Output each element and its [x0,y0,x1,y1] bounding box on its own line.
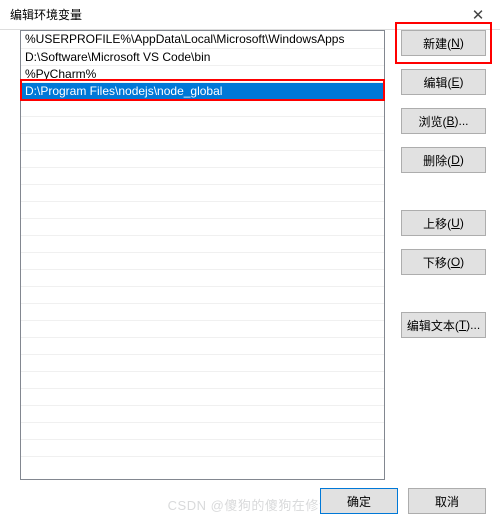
footer-buttons: 确定 取消 [320,488,486,514]
button-column: 新建(N) 编辑(E) 浏览(B)... 删除(D) 上移(U) 下移(O) 编… [401,30,486,351]
moveup-button[interactable]: 上移(U) [401,210,486,236]
titlebar: 编辑环境变量 ✕ [0,0,500,30]
list-empty-row [21,99,384,116]
close-button[interactable]: ✕ [456,0,500,30]
browse-button[interactable]: 浏览(B)... [401,108,486,134]
delete-button[interactable]: 删除(D) [401,147,486,173]
list-item[interactable]: %PyCharm% [21,65,384,82]
window-title: 编辑环境变量 [10,6,82,23]
ok-button[interactable]: 确定 [320,488,398,514]
list-item[interactable]: D:\Software\Microsoft VS Code\bin [21,48,384,65]
movedown-button[interactable]: 下移(O) [401,249,486,275]
new-button[interactable]: 新建(N) [401,30,486,56]
path-listbox[interactable]: %USERPROFILE%\AppData\Local\Microsoft\Wi… [20,30,385,480]
cancel-button[interactable]: 取消 [408,488,486,514]
close-icon: ✕ [472,6,485,24]
edittext-button[interactable]: 编辑文本(T)... [401,312,486,338]
list-item[interactable]: %USERPROFILE%\AppData\Local\Microsoft\Wi… [21,31,384,48]
list-item-selected[interactable]: D:\Program Files\nodejs\node_global [21,82,384,99]
edit-button[interactable]: 编辑(E) [401,69,486,95]
